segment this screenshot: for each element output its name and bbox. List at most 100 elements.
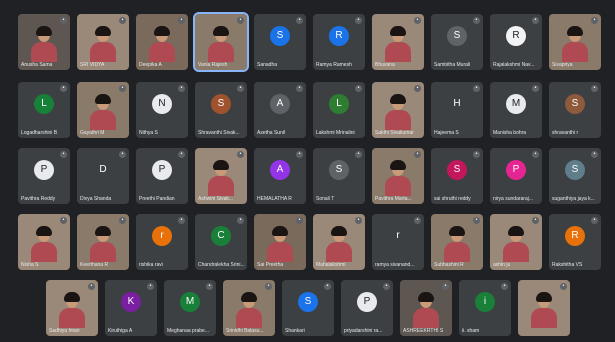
participant-tile[interactable]: L • Logadharshini B	[18, 82, 70, 138]
participant-tile[interactable]: R • Rakshitha VS	[549, 214, 601, 270]
participant-tile[interactable]: S • sai shruthi reddy	[431, 148, 483, 204]
participant-tile[interactable]: H • Hajeema S	[431, 82, 483, 138]
participant-tile[interactable]: D • Divya Shanda	[77, 148, 129, 204]
participant-tile[interactable]: • Mahalakshmi	[313, 214, 365, 270]
mic-muted-icon: •	[296, 217, 303, 224]
participant-avatar: S	[329, 160, 349, 180]
participant-tile[interactable]: C • Chandralekha Srini...	[195, 214, 247, 270]
mic-muted-icon: •	[532, 151, 539, 158]
participant-tile[interactable]: • Ashwini Sivak...	[195, 148, 247, 204]
participant-name: Logadharshini B	[21, 130, 58, 136]
participant-video	[385, 94, 411, 130]
mic-muted-icon: •	[206, 283, 213, 290]
mic-muted-icon: •	[414, 85, 421, 92]
participant-tile[interactable]: P • nirya sundararaj...	[490, 148, 542, 204]
participant-name: suganthiya jaya k...	[552, 196, 595, 202]
participant-video	[326, 226, 352, 262]
participant-tile[interactable]: • SRI VIDYA	[77, 14, 129, 70]
participant-tile[interactable]: S • suganthiya jaya k...	[549, 148, 601, 204]
participant-tile[interactable]: S • Sanadha	[254, 14, 306, 70]
participant-tile[interactable]: S • Sonali T	[313, 148, 365, 204]
participant-tile[interactable]: P • priyadarshini ra...	[341, 280, 393, 336]
participant-tile[interactable]: A • HEMALATHA R	[254, 148, 306, 204]
participant-video	[90, 226, 116, 262]
participant-video	[90, 26, 116, 62]
participant-name: sai shruthi reddy	[434, 196, 471, 202]
mic-muted-icon: •	[591, 17, 598, 24]
participant-tile[interactable]: S • shravanthi r	[549, 82, 601, 138]
participant-tile[interactable]: M • Meghanaa prabe...	[164, 280, 216, 336]
participant-tile[interactable]: N • Nithya S	[136, 82, 188, 138]
participant-name: Anusha Sama	[21, 62, 53, 68]
participant-name: Asetha Sunil	[257, 130, 286, 136]
participant-avatar: S	[211, 94, 231, 114]
participant-tile[interactable]: M • Manisha bohra	[490, 82, 542, 138]
participant-tile[interactable]: • Deepika A	[136, 14, 188, 70]
participant-name: Subhashini R	[434, 262, 464, 268]
participant-tile[interactable]: • Bhuvana	[372, 14, 424, 70]
mic-muted-icon: •	[383, 283, 390, 290]
participant-video	[503, 226, 529, 262]
participant-tile[interactable]: S • Shankari	[282, 280, 334, 336]
participant-tile[interactable]: S • Shravanthi Sivak...	[195, 82, 247, 138]
participant-name: Preethi Pandian	[139, 196, 175, 202]
participant-tile[interactable]: r • ramya sivanand...	[372, 214, 424, 270]
participant-tile[interactable]: A • Asetha Sunil	[254, 82, 306, 138]
participant-avatar: r	[388, 226, 408, 246]
participant-video	[267, 226, 293, 262]
participant-name: nirya sundararaj...	[493, 196, 534, 202]
participant-avatar: R	[329, 26, 349, 46]
participant-tile[interactable]: i • ii. sham	[459, 280, 511, 336]
participant-video	[149, 26, 175, 62]
participant-tile[interactable]: • Pavithra Marta...	[372, 148, 424, 204]
mic-muted-icon: •	[591, 217, 598, 224]
participant-name: Shankari	[285, 328, 305, 334]
participant-tile[interactable]: • ashin ju	[490, 214, 542, 270]
participant-tile[interactable]: R • Rajalakshmi Nav...	[490, 14, 542, 70]
participant-avatar: A	[270, 94, 290, 114]
participant-tile[interactable]: • Gayathri M	[77, 82, 129, 138]
participant-video	[562, 26, 588, 62]
participant-tile[interactable]: • Sadhiya Iman	[46, 280, 98, 336]
participant-tile[interactable]: P • Preethi Pandian	[136, 148, 188, 204]
participant-tile[interactable]: • Sivapriya	[549, 14, 601, 70]
participant-name: Sambitha Murali	[434, 62, 471, 68]
participant-tile[interactable]: • Srinidhi Balasu...	[223, 280, 275, 336]
participant-tile[interactable]: r • rishika ravi	[136, 214, 188, 270]
participant-tile[interactable]: L • Lakshmi Mrinalini	[313, 82, 365, 138]
participant-tile[interactable]: • Sai Preetha	[254, 214, 306, 270]
mic-muted-icon: •	[560, 283, 567, 290]
participant-video	[385, 160, 411, 196]
participant-name: Vania Rajesh	[198, 62, 228, 68]
participant-tile[interactable]: •	[518, 280, 570, 336]
mic-muted-icon: •	[60, 85, 67, 92]
participant-tile[interactable]: K • Kiruthiga A	[105, 280, 157, 336]
mic-muted-icon: •	[532, 17, 539, 24]
participant-tile[interactable]: • Sakthi Sivakumar	[372, 82, 424, 138]
participant-name: Bhuvana	[375, 62, 395, 68]
participant-tile[interactable]: • ASHREEKRTHI S	[400, 280, 452, 336]
mic-muted-icon: •	[296, 151, 303, 158]
mic-muted-icon: •	[178, 85, 185, 92]
participant-name: Sanadha	[257, 62, 278, 68]
participant-tile[interactable]: • Nisha S	[18, 214, 70, 270]
participant-name: Nithya S	[139, 130, 158, 136]
participant-tile[interactable]: • Subhashini R	[431, 214, 483, 270]
mic-muted-icon: •	[178, 217, 185, 224]
participant-tile[interactable]: S • Sambitha Murali	[431, 14, 483, 70]
mic-muted-icon: •	[591, 85, 598, 92]
participant-tile[interactable]: • Vania Rajesh	[193, 12, 249, 72]
participant-avatar: r	[152, 226, 172, 246]
mic-muted-icon: •	[119, 85, 126, 92]
mic-muted-icon: •	[147, 283, 154, 290]
participant-tile[interactable]: R • Ramya Ramesh	[313, 14, 365, 70]
mic-muted-icon: •	[473, 217, 480, 224]
mic-muted-icon: •	[237, 151, 244, 158]
participant-tile[interactable]: • Keerthana R	[77, 214, 129, 270]
participant-video	[531, 292, 557, 328]
participant-name: Keerthana R	[80, 262, 109, 268]
participant-tile[interactable]: P • Pavithra Reddy	[18, 148, 70, 204]
mic-muted-icon: •	[591, 151, 598, 158]
participant-video	[31, 26, 57, 62]
participant-tile[interactable]: • Anusha Sama	[18, 14, 70, 70]
